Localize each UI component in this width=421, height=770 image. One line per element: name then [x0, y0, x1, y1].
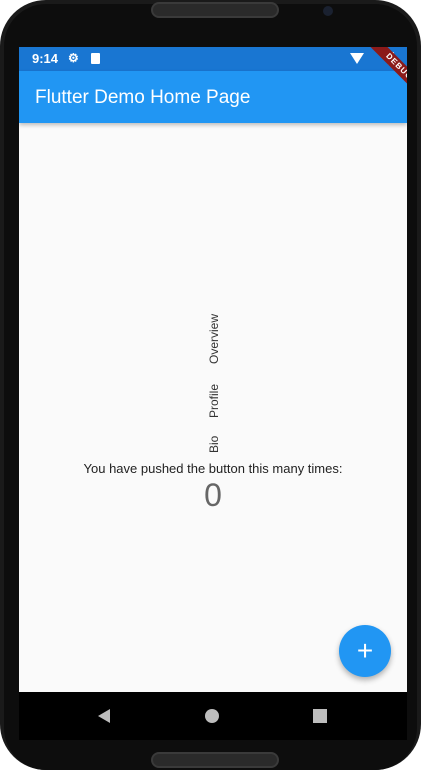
counter-message: You have pushed the button this many tim… [83, 461, 343, 476]
front-camera [323, 6, 333, 16]
navigation-bar [19, 692, 407, 740]
bottom-speaker [151, 752, 279, 768]
sd-card-icon [91, 53, 100, 64]
recent-apps-icon[interactable] [313, 709, 327, 723]
wifi-icon [350, 53, 364, 64]
counter-value: 0 [204, 477, 222, 513]
tab-bio[interactable]: Bio [207, 436, 221, 453]
tab-profile[interactable]: Profile [207, 384, 221, 418]
gear-icon: ⚙ [68, 51, 79, 65]
earpiece-speaker [151, 2, 279, 18]
tab-overview[interactable]: Overview [207, 314, 221, 364]
increment-button[interactable]: + [339, 625, 391, 677]
screen: 9:14 ⚙ Flutter Demo Home Page DEBUG Over… [19, 47, 407, 740]
status-bar: 9:14 ⚙ [19, 47, 407, 71]
home-icon[interactable] [205, 709, 219, 723]
app-bar: Flutter Demo Home Page [19, 71, 407, 123]
page-title: Flutter Demo Home Page [35, 87, 251, 108]
status-time: 9:14 [32, 51, 59, 66]
phone-frame: 9:14 ⚙ Flutter Demo Home Page DEBUG Over… [0, 0, 421, 770]
back-icon[interactable] [98, 709, 110, 723]
